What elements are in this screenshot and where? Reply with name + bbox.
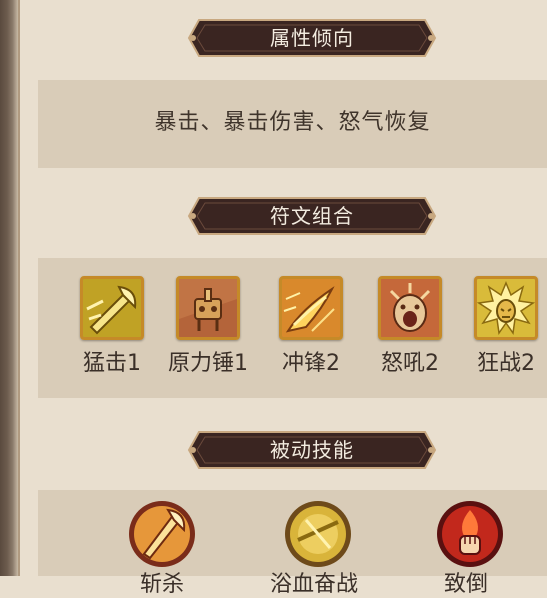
execute-icon[interactable] [128,500,196,568]
rune-item[interactable]: 原力锤1 [168,276,248,377]
charge-icon[interactable] [279,276,343,340]
rune-label: 冲锋2 [282,351,340,376]
rune-label: 原力锤1 [168,351,248,376]
berserk-icon[interactable] [474,276,538,340]
rune-item[interactable]: 猛击1 [72,276,152,377]
bloodbath-icon[interactable] [284,500,352,568]
runes-title: 符文组合 [270,204,354,228]
skill-label: 浴血奋战 [270,572,359,597]
rune-item[interactable]: 怒吼2 [370,276,450,377]
skill-label: 斩杀 [140,572,185,597]
force-hammer-icon[interactable] [176,276,240,340]
rune-label: 猛击1 [83,351,141,376]
passives-title: 被动技能 [270,438,354,462]
rune-label: 狂战2 [477,351,535,376]
roar-icon[interactable] [378,276,442,340]
attributes-title: 属性倾向 [270,26,354,50]
attributes-header: 属性倾向 [187,18,437,58]
passives-header: 被动技能 [187,430,437,470]
rune-label: 怒吼2 [381,351,439,376]
rune-item[interactable]: 冲锋2 [271,276,351,377]
rune-item[interactable]: 狂战2 [466,276,546,377]
attributes-box: 暴击、暴击伤害、怒气恢复 [38,80,547,168]
left-frame-border [0,0,20,576]
axe-strike-icon[interactable] [80,276,144,340]
runes-header: 符文组合 [187,196,437,236]
fist-icon[interactable] [436,500,504,568]
skill-label: 致倒 [444,572,489,597]
attributes-text: 暴击、暴击伤害、怒气恢复 [154,110,431,135]
